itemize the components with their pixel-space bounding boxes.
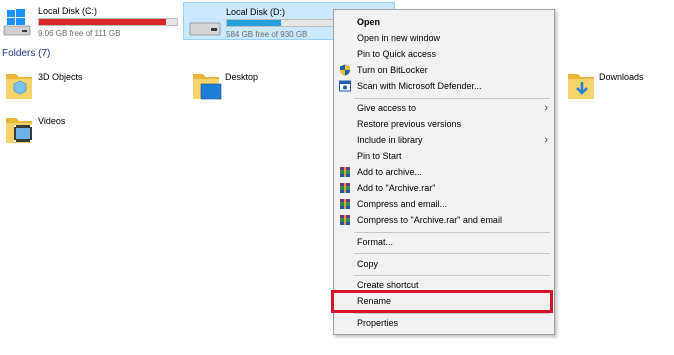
menu-item-label: Turn on BitLocker — [357, 65, 428, 75]
winrar-icon — [339, 166, 351, 178]
drive-c-name: Local Disk (C:) — [38, 6, 98, 16]
menu-item-add-archive-rar[interactable]: Add to "Archive.rar" — [334, 180, 554, 196]
menu-item-label: Properties — [357, 318, 399, 328]
drive-c-usage-bar — [38, 18, 178, 26]
menu-item-give-access[interactable]: Give access to › — [334, 100, 554, 116]
chevron-right-icon: › — [544, 134, 548, 146]
drive-c[interactable]: Local Disk (C:) 9.06 GB free of 111 GB — [0, 2, 180, 40]
shield-icon — [339, 64, 351, 76]
menu-separator — [354, 313, 550, 314]
context-menu: Open Open in new window Pin to Quick acc… — [333, 9, 555, 335]
drive-c-usage-fill — [39, 19, 166, 25]
videos-folder-icon — [4, 112, 36, 148]
menu-item-label: Pin to Quick access — [357, 49, 437, 59]
windows-drive-icon — [2, 8, 32, 36]
menu-item-include-library[interactable]: Include in library › — [334, 132, 554, 148]
menu-item-label: Scan with Microsoft Defender... — [357, 81, 482, 91]
menu-item-copy[interactable]: Copy — [334, 256, 554, 272]
defender-icon — [339, 80, 351, 92]
menu-separator — [354, 275, 550, 276]
folder-downloads[interactable]: Downloads — [566, 66, 672, 104]
hard-drive-icon — [189, 15, 221, 37]
menu-item-add-archive[interactable]: Add to archive... — [334, 164, 554, 180]
menu-item-pin-quick-access[interactable]: Pin to Quick access — [334, 46, 554, 62]
menu-item-label: Open in new window — [357, 33, 441, 43]
menu-item-open-new-window[interactable]: Open in new window — [334, 30, 554, 46]
folders-section-header[interactable]: Folders (7) — [2, 48, 50, 59]
menu-separator — [354, 253, 550, 254]
menu-item-compress-rar-email[interactable]: Compress to "Archive.rar" and email — [334, 212, 554, 228]
menu-item-scan-defender[interactable]: Scan with Microsoft Defender... — [334, 78, 554, 94]
menu-item-label: Copy — [357, 259, 379, 269]
winrar-icon — [339, 182, 351, 194]
menu-item-label: Include in library — [357, 135, 423, 145]
folder-desktop[interactable]: Desktop — [191, 66, 341, 104]
rename-highlight-box — [331, 290, 553, 313]
menu-item-format[interactable]: Format... — [334, 234, 554, 250]
3d-objects-folder-icon — [4, 68, 34, 104]
drive-d-name: Local Disk (D:) — [226, 7, 286, 17]
desktop-folder-icon — [191, 68, 223, 104]
menu-item-label: Open — [357, 17, 381, 27]
downloads-folder-icon — [566, 68, 598, 104]
menu-item-label: Format... — [357, 237, 394, 247]
folder-label: Desktop — [225, 72, 259, 82]
folder-3d-objects[interactable]: 3D Objects — [4, 66, 154, 104]
winrar-icon — [339, 214, 351, 226]
drive-c-free-space: 9.06 GB free of 111 GB — [38, 29, 121, 38]
folder-videos[interactable]: Videos — [4, 110, 154, 148]
menu-item-properties[interactable]: Properties — [334, 315, 554, 331]
menu-item-label: Pin to Start — [357, 151, 402, 161]
chevron-right-icon: › — [544, 102, 548, 114]
menu-separator — [354, 98, 550, 99]
folder-label: Downloads — [599, 72, 644, 82]
menu-item-restore-versions[interactable]: Restore previous versions — [334, 116, 554, 132]
menu-item-pin-start[interactable]: Pin to Start — [334, 148, 554, 164]
menu-item-label: Give access to — [357, 103, 417, 113]
folder-label: Videos — [38, 116, 66, 126]
menu-item-label: Compress and email... — [357, 199, 448, 209]
menu-item-bitlocker[interactable]: Turn on BitLocker — [334, 62, 554, 78]
drive-d-free-space: 584 GB free of 930 GB — [226, 30, 308, 39]
menu-item-open[interactable]: Open — [334, 14, 554, 30]
menu-item-compress-email[interactable]: Compress and email... — [334, 196, 554, 212]
menu-item-label: Create shortcut — [357, 280, 419, 290]
winrar-icon — [339, 198, 351, 210]
drive-d-usage-fill — [227, 20, 282, 26]
menu-item-label: Add to "Archive.rar" — [357, 183, 436, 193]
menu-item-label: Add to archive... — [357, 167, 423, 177]
menu-item-label: Restore previous versions — [357, 119, 462, 129]
menu-separator — [354, 232, 550, 233]
menu-item-label: Compress to "Archive.rar" and email — [357, 215, 502, 225]
folder-label: 3D Objects — [38, 72, 83, 82]
